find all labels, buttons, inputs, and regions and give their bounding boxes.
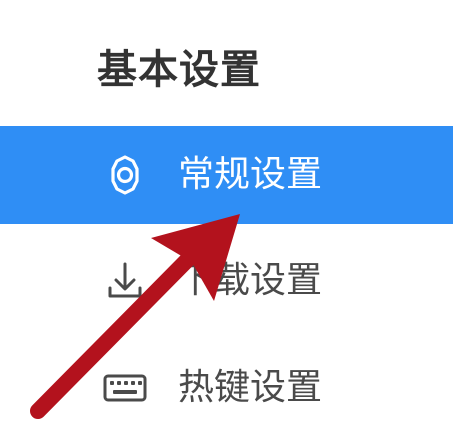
nav-item-label: 热键设置: [178, 367, 323, 408]
download-icon: [100, 256, 150, 306]
settings-sidebar: 基本设置 常规设置 下载设置 热键设置: [0, 0, 453, 437]
nav-item-hotkey-settings[interactable]: 热键设置: [0, 338, 453, 437]
nav-item-label: 下载设置: [178, 260, 323, 301]
settings-nav: 常规设置 下载设置 热键设置: [0, 126, 453, 437]
nav-item-label: 常规设置: [178, 154, 323, 195]
gear-icon: [100, 150, 150, 200]
nav-item-general-settings[interactable]: 常规设置: [0, 126, 453, 224]
section-title: 基本设置: [97, 47, 261, 93]
nav-item-download-settings[interactable]: 下载设置: [0, 224, 453, 338]
keyboard-icon: [100, 363, 150, 413]
